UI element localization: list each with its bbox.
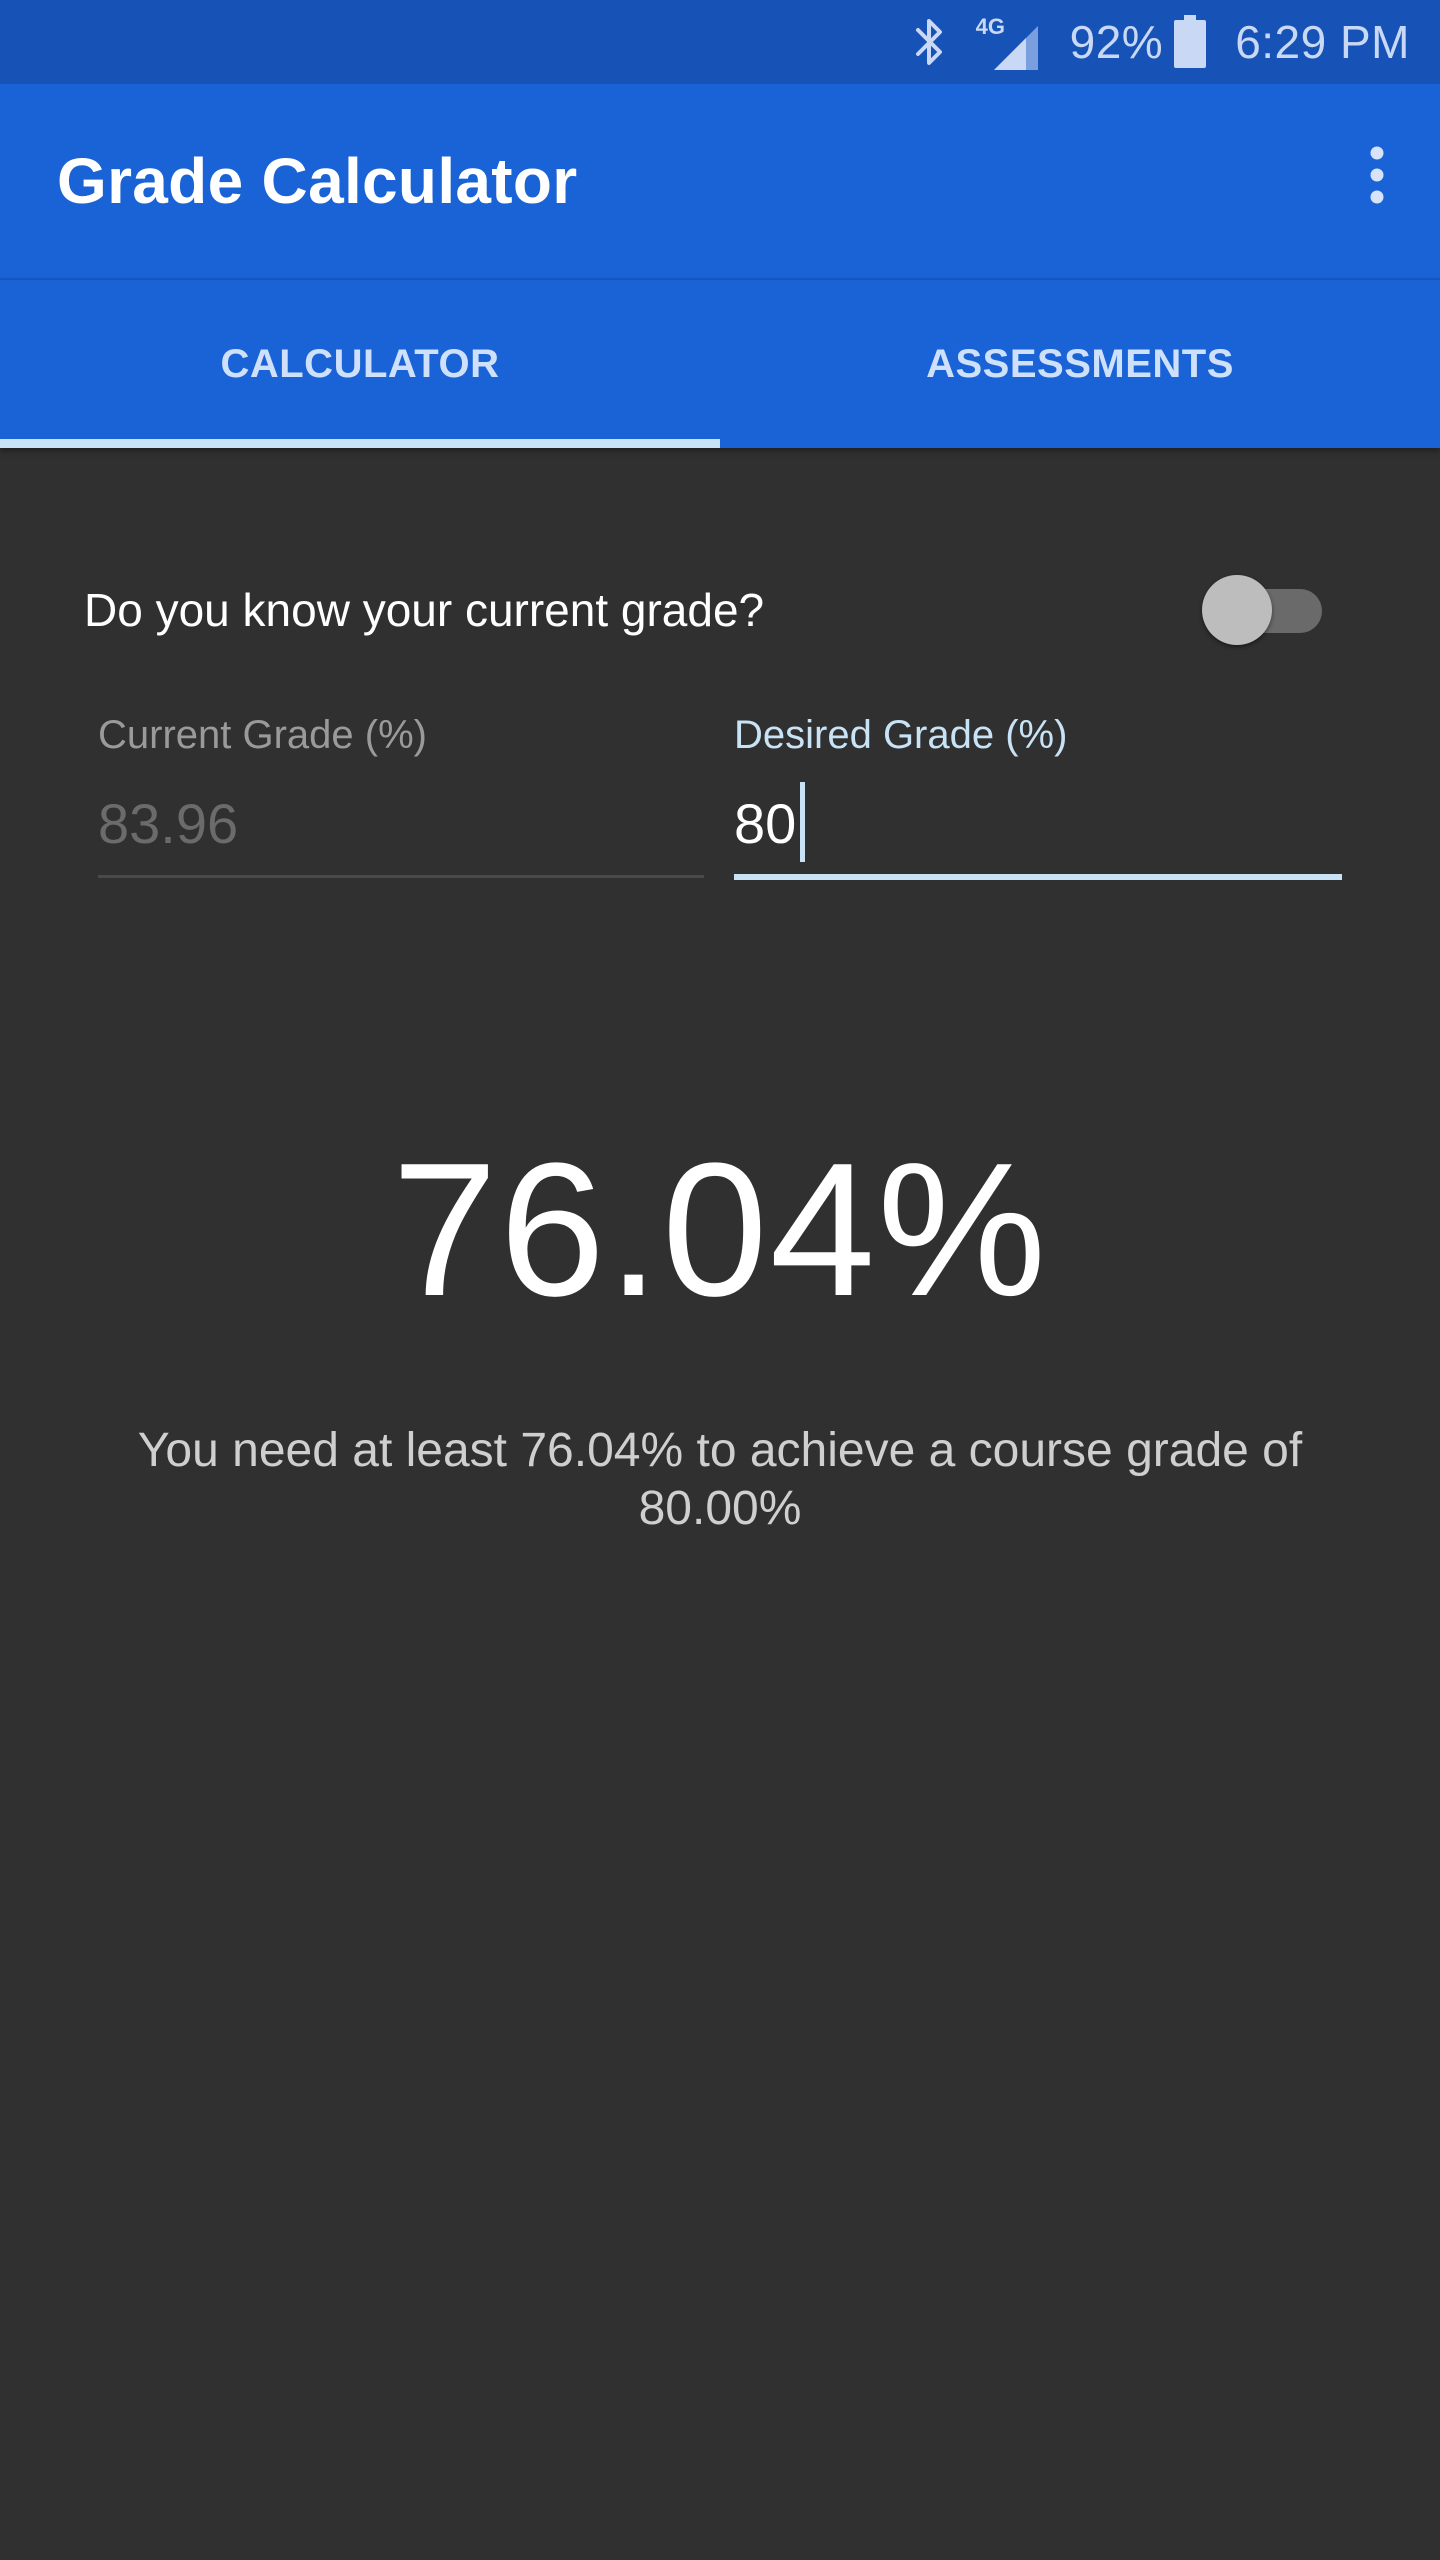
desired-grade-label: Desired Grade (%) <box>734 713 1068 757</box>
desired-grade-value: 80 <box>734 792 797 855</box>
signal-icon: 4G <box>976 12 1040 72</box>
overflow-menu-icon[interactable] <box>1344 132 1410 218</box>
status-bar: 4G 92% 6:29 PM <box>0 0 1440 84</box>
desired-grade-underline <box>734 874 1342 880</box>
current-grade-field[interactable]: Current Grade (%) 83.96 <box>98 700 704 890</box>
status-icons: 4G 92% 6:29 PM <box>910 0 1410 84</box>
tab-bar: CALCULATOR ASSESSMENTS <box>0 280 1440 448</box>
app-bar: Grade Calculator <box>0 84 1440 278</box>
required-grade-result: 76.04% <box>391 1124 1049 1336</box>
know-current-grade-toggle[interactable] <box>1202 575 1328 645</box>
know-current-grade-label: Do you know your current grade? <box>84 584 765 636</box>
network-type-label: 4G <box>975 14 1005 39</box>
toolbar: Grade Calculator <box>0 84 1440 278</box>
battery-icon <box>1173 12 1207 72</box>
desired-grade-field[interactable]: Desired Grade (%) 80 <box>734 700 1342 890</box>
tab-calculator[interactable]: CALCULATOR <box>0 280 720 448</box>
tab-calculator-label: CALCULATOR <box>220 341 500 386</box>
tab-assessments-label: ASSESSMENTS <box>926 341 1234 386</box>
current-grade-underline <box>98 875 704 878</box>
current-grade-label: Current Grade (%) <box>98 713 427 757</box>
desired-grade-input[interactable]: 80 <box>734 782 806 868</box>
text-cursor <box>800 782 806 863</box>
tab-assessments[interactable]: ASSESSMENTS <box>720 280 1440 448</box>
current-grade-input[interactable]: 83.96 <box>98 788 238 860</box>
result-message: You need at least 76.04% to achieve a co… <box>137 1424 1303 1535</box>
bluetooth-icon <box>910 12 950 72</box>
status-time: 6:29 PM <box>1235 16 1410 68</box>
app-title: Grade Calculator <box>57 145 578 217</box>
battery-percentage: 92% <box>1069 16 1164 68</box>
toggle-thumb <box>1202 575 1272 645</box>
know-current-grade-row: Do you know your current grade? <box>84 575 1344 645</box>
